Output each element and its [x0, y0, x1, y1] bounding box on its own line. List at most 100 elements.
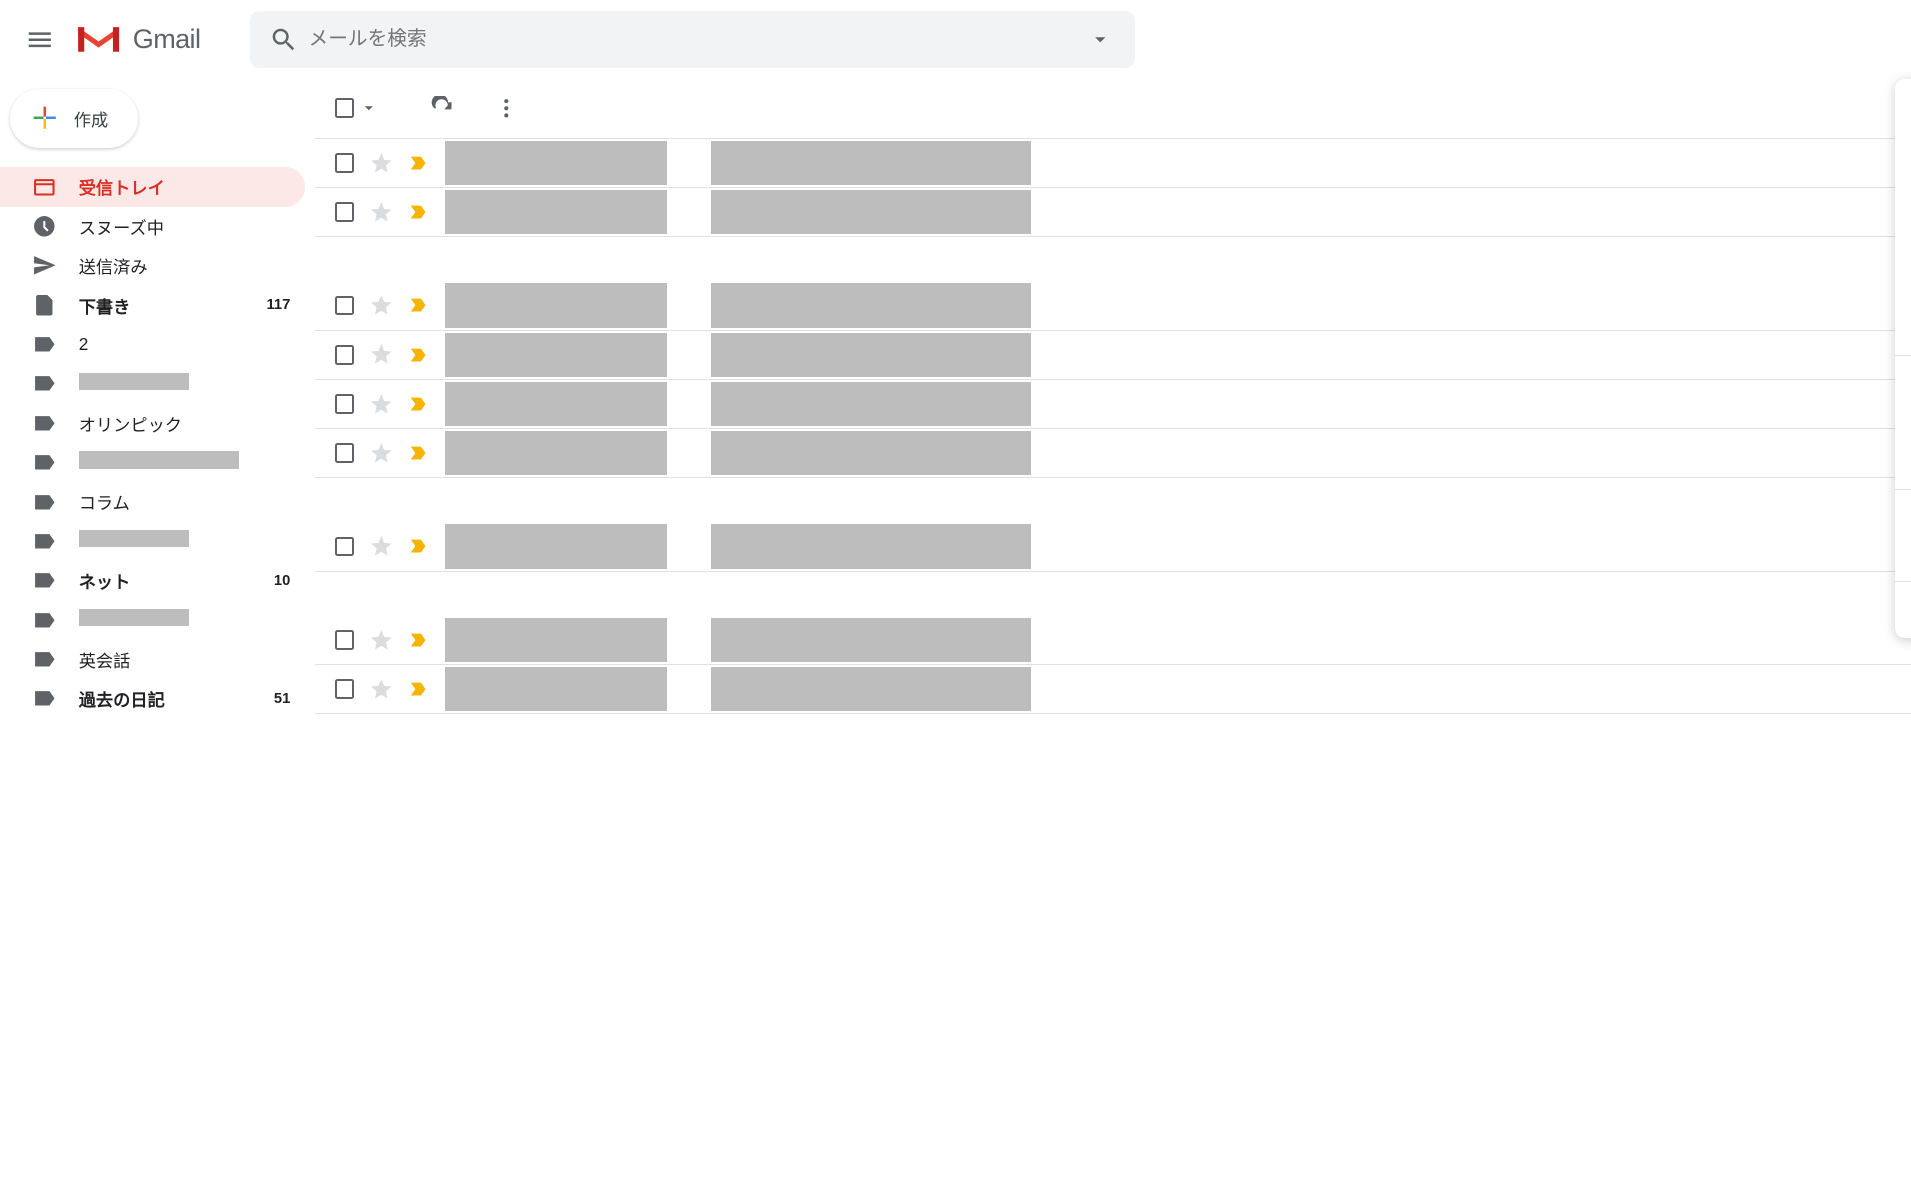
refresh-icon — [430, 96, 455, 121]
sidebar-item-10[interactable]: ネット10 — [0, 561, 305, 600]
search-icon[interactable] — [259, 15, 308, 64]
mail-row[interactable] — [315, 429, 1911, 478]
popup-header: @gmail.com Google アカウントを管理 — [1895, 79, 1911, 357]
compose-button[interactable]: 作成 — [10, 89, 138, 148]
label-icon — [32, 490, 57, 515]
label-icon — [32, 686, 57, 711]
star-icon[interactable] — [369, 200, 394, 225]
label-icon — [32, 371, 57, 396]
label-icon — [32, 293, 57, 318]
label-icon — [32, 411, 57, 436]
checkbox-icon[interactable] — [335, 296, 355, 316]
compose-label: 作成 — [74, 106, 108, 131]
search-bar[interactable] — [250, 11, 1136, 68]
star-icon[interactable] — [369, 677, 394, 702]
sidebar-item-label: オリンピック — [79, 411, 291, 436]
subject-redacted — [711, 382, 1031, 426]
star-icon[interactable] — [369, 342, 394, 367]
sidebar-item-8[interactable]: コラム — [0, 482, 305, 521]
label-icon — [32, 647, 57, 672]
checkbox-icon[interactable] — [335, 630, 355, 650]
sidebar-item-2[interactable]: 送信済み — [0, 246, 305, 285]
mail-list[interactable]: 2019/12/022019/11/29 — [315, 138, 1911, 1191]
gmail-icon — [74, 21, 123, 58]
importance-icon[interactable] — [408, 393, 430, 415]
subject-redacted — [711, 333, 1031, 377]
sidebar-item-7[interactable] — [0, 443, 305, 482]
sidebar-item-label: スヌーズ中 — [79, 214, 291, 239]
checkbox-icon[interactable] — [335, 443, 355, 463]
select-all-checkbox[interactable] — [335, 98, 379, 118]
main-menu-button[interactable] — [10, 10, 69, 69]
sender-redacted — [445, 333, 666, 377]
header: Gmail 1 — [0, 0, 1911, 79]
subject-redacted — [711, 667, 1031, 711]
importance-icon[interactable] — [408, 294, 430, 316]
checkbox-icon[interactable] — [335, 537, 355, 557]
mail-row[interactable] — [315, 188, 1911, 237]
checkbox-icon[interactable] — [335, 394, 355, 414]
sender-redacted — [445, 283, 666, 327]
mail-row[interactable] — [315, 281, 1911, 330]
importance-icon[interactable] — [408, 344, 430, 366]
star-icon[interactable] — [369, 392, 394, 417]
sidebar-item-label: 英会話 — [79, 647, 291, 672]
sender-redacted — [445, 141, 666, 185]
sidebar: 作成 受信トレイスヌーズ中送信済み下書き1172 オリンピックコラムネット10 英会… — [0, 79, 315, 1191]
sender-redacted — [445, 431, 666, 475]
gmail-logo[interactable]: Gmail — [74, 21, 201, 58]
checkbox-icon — [335, 98, 355, 118]
sidebar-item-13[interactable]: 過去の日記51 — [0, 679, 305, 718]
importance-icon[interactable] — [408, 535, 430, 557]
checkbox-icon[interactable] — [335, 202, 355, 222]
sidebar-item-label: ネット — [79, 568, 274, 593]
other-accounts-section: ログアウトしました 別のアカウントを追加 — [1895, 356, 1911, 490]
star-icon[interactable] — [369, 151, 394, 176]
sidebar-item-6[interactable]: オリンピック — [0, 403, 305, 442]
star-icon[interactable] — [369, 293, 394, 318]
refresh-button[interactable] — [418, 84, 467, 133]
sidebar-item-4[interactable]: 2 — [0, 325, 305, 364]
sidebar-item-1[interactable]: スヌーズ中 — [0, 207, 305, 246]
sidebar-item-9[interactable] — [0, 521, 305, 560]
subject-redacted — [711, 431, 1031, 475]
mail-row[interactable] — [315, 331, 1911, 380]
sender-redacted — [445, 618, 666, 662]
search-input[interactable] — [309, 28, 1077, 51]
sender-redacted — [445, 382, 666, 426]
importance-icon[interactable] — [408, 442, 430, 464]
search-options-dropdown[interactable] — [1076, 15, 1125, 64]
importance-icon[interactable] — [408, 201, 430, 223]
star-icon[interactable] — [369, 628, 394, 653]
importance-icon[interactable] — [408, 629, 430, 651]
checkbox-icon[interactable] — [335, 679, 355, 699]
more-button[interactable] — [482, 84, 531, 133]
sidebar-item-count: 10 — [274, 573, 290, 589]
logo-text: Gmail — [133, 24, 201, 55]
star-icon[interactable] — [369, 441, 394, 466]
mail-toolbar — [315, 79, 1911, 138]
sidebar-item-5[interactable] — [0, 364, 305, 403]
sidebar-item-3[interactable]: 下書き117 — [0, 285, 305, 324]
mail-gap — [315, 572, 1911, 616]
sidebar-item-11[interactable] — [0, 600, 305, 639]
star-icon[interactable] — [369, 534, 394, 559]
mail-row[interactable] — [315, 522, 1911, 571]
mail-row[interactable] — [315, 139, 1911, 188]
sidebar-item-0[interactable]: 受信トレイ — [0, 167, 305, 206]
importance-icon[interactable] — [408, 152, 430, 174]
label-icon — [32, 608, 57, 633]
account-popup: @gmail.com Google アカウントを管理 ログアウトしました 別のア… — [1895, 79, 1911, 638]
mail-row[interactable] — [315, 380, 1911, 429]
importance-icon[interactable] — [408, 678, 430, 700]
checkbox-icon[interactable] — [335, 345, 355, 365]
sidebar-item-label: 送信済み — [79, 253, 291, 278]
sidebar-item-count: 51 — [274, 691, 290, 707]
checkbox-icon[interactable] — [335, 153, 355, 173]
sidebar-item-12[interactable]: 英会話 — [0, 640, 305, 679]
sender-redacted — [445, 524, 666, 568]
mail-row[interactable]: 2019/11/29 — [315, 665, 1911, 714]
mail-row[interactable]: 2019/12/02 — [315, 616, 1911, 665]
sidebar-item-label: 過去の日記 — [79, 686, 274, 711]
label-icon — [32, 175, 57, 200]
